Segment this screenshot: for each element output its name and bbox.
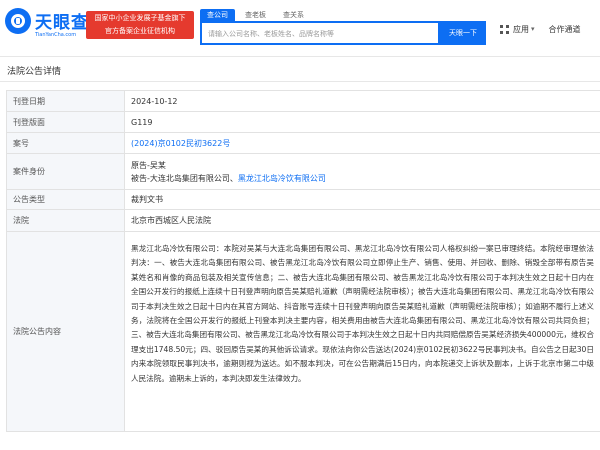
table-row: 法院公告内容 黑龙江北岛冷饮有限公司：本院对吴某与大连北岛集团有限公司、黑龙江北…: [7, 232, 600, 432]
row-label: 法院公告内容: [7, 232, 125, 431]
search-box: [200, 21, 440, 45]
search-tabs: 查公司 查老板 查关系: [200, 9, 314, 21]
nav-right: 应用 ▾ 合作通道: [500, 22, 581, 36]
row-label: 案号: [7, 133, 125, 153]
table-row: 刊登日期 2024-10-12: [7, 91, 600, 112]
chevron-down-icon: ▾: [531, 25, 535, 33]
search-input[interactable]: [208, 27, 428, 41]
detail-table: 刊登日期 2024-10-12 刊登版面 G119 案号 (2024)京0102…: [6, 90, 600, 432]
table-row: 案号 (2024)京0102民初3622号: [7, 133, 600, 154]
row-label: 案件身份: [7, 154, 125, 189]
plaintiff-text: 原告-吴某: [131, 160, 166, 170]
grid-icon: [500, 24, 509, 34]
table-row: 案件身份 原告-吴某 被告-大连北岛集团有限公司、黑龙江北岛冷饮有限公司: [7, 154, 600, 190]
row-label: 法院: [7, 210, 125, 231]
nav-cooperation-link[interactable]: 合作通道: [549, 24, 581, 35]
nav-app-menu[interactable]: 应用: [513, 24, 529, 35]
page-title: 法院公告详情: [7, 67, 62, 77]
publish-date: 2024-10-12: [131, 96, 178, 106]
court-name: 北京市西城区人民法院: [131, 216, 211, 225]
divider: [0, 81, 600, 82]
logo[interactable]: 天眼查 TianYanCha.com: [5, 8, 91, 44]
notice-type: 裁判文书: [131, 195, 163, 204]
case-number-cell: (2024)京0102民初3622号: [125, 133, 600, 153]
case-number-link[interactable]: (2024)京0102民初3622号: [131, 138, 230, 149]
defendant-line: 被告-大连北岛集团有限公司、黑龙江北岛冷饮有限公司: [131, 172, 326, 185]
table-row: 法院 北京市西城区人民法院: [7, 210, 600, 232]
defendant-company-link[interactable]: 黑龙江北岛冷饮有限公司: [238, 174, 326, 183]
tab-company[interactable]: 查公司: [200, 9, 235, 21]
table-row: 公告类型 裁判文书: [7, 190, 600, 210]
defendant-text: 被告-大连北岛集团有限公司、: [131, 173, 238, 183]
logo-text: 天眼查: [35, 13, 89, 33]
publish-section: G119: [131, 117, 153, 127]
banner-line-1: 国家中小企业发展子基金旗下: [94, 14, 186, 22]
tab-boss[interactable]: 查老板: [238, 9, 273, 21]
search-area: 查公司 查老板 查关系 天眼一下: [200, 9, 490, 49]
row-label: 公告类型: [7, 190, 125, 209]
logo-eye-icon: [5, 8, 31, 34]
logo-domain: TianYanCha.com: [35, 32, 77, 38]
banner-line-2: 官方备案企业征信机构: [105, 27, 175, 35]
table-row: 刊登版面 G119: [7, 112, 600, 133]
search-button[interactable]: 天眼一下: [440, 21, 486, 45]
tab-relation[interactable]: 查关系: [276, 9, 311, 21]
notice-content: 黑龙江北岛冷饮有限公司：本院对吴某与大连北岛集团有限公司、黑龙江北岛冷饮有限公司…: [131, 244, 594, 383]
row-label: 刊登版面: [7, 112, 125, 132]
promo-banner: 国家中小企业发展子基金旗下 官方备案企业征信机构: [86, 11, 194, 39]
row-label: 刊登日期: [7, 91, 125, 111]
top-header: 天眼查 TianYanCha.com 国家中小企业发展子基金旗下 官方备案企业征…: [0, 0, 600, 57]
case-parties: 原告-吴某 被告-大连北岛集团有限公司、黑龙江北岛冷饮有限公司: [125, 154, 600, 189]
